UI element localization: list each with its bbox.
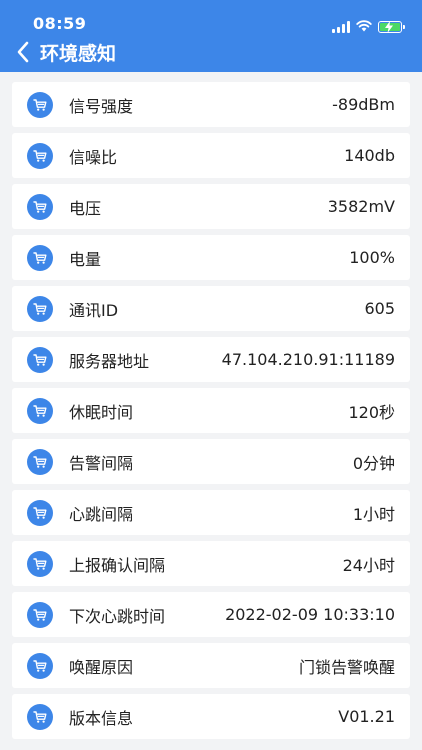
item-value: 140db: [344, 146, 395, 165]
cart-icon: [27, 703, 53, 730]
nav-row: 环境感知: [0, 36, 422, 68]
cart-icon: [27, 244, 53, 271]
cart-icon: [27, 448, 53, 475]
list-item: 电量 100%: [12, 235, 410, 280]
cellular-signal-icon: [332, 20, 350, 33]
cart-icon: [27, 346, 53, 373]
item-label: 信号强度: [69, 96, 134, 116]
item-label: 下次心跳时间: [69, 606, 166, 626]
cart-icon: [27, 652, 53, 679]
item-label: 电量: [69, 249, 102, 269]
item-value: 47.104.210.91:11189: [221, 350, 395, 369]
item-label: 告警间隔: [69, 453, 134, 473]
cart-icon: [27, 193, 53, 220]
list-item: 电压 3582mV: [12, 184, 410, 229]
item-label: 电压: [69, 198, 102, 218]
item-label: 休眠时间: [69, 402, 134, 422]
cart-icon: [27, 91, 53, 118]
item-value: 门锁告警唤醒: [298, 657, 395, 677]
item-label: 上报确认间隔: [69, 555, 166, 575]
info-list: 信号强度 -89dBm 信噪比 140db 电压 3582mV 电量 100% …: [12, 82, 410, 745]
status-time: 08:59: [33, 14, 87, 33]
cart-icon: [27, 397, 53, 424]
list-item: 服务器地址 47.104.210.91:11189: [12, 337, 410, 382]
item-value: 1小时: [352, 504, 395, 524]
cart-icon: [27, 142, 53, 169]
list-item: 唤醒原因 门锁告警唤醒: [12, 643, 410, 688]
cart-icon: [27, 550, 53, 577]
header-bar: 08:59 环境感知: [0, 0, 422, 72]
list-item: 信噪比 140db: [12, 133, 410, 178]
page-title: 环境感知: [40, 42, 117, 65]
item-label: 版本信息: [69, 708, 134, 728]
item-value: 605: [364, 299, 395, 318]
chevron-left-icon: [17, 41, 29, 63]
screen: 08:59 环境感知 信号强度 -89dBm 信噪比 140db 电压 3582…: [0, 0, 422, 750]
list-item: 心跳间隔 1小时: [12, 490, 410, 535]
battery-charging-icon: [378, 20, 405, 33]
list-item: 通讯ID 605: [12, 286, 410, 331]
item-label: 通讯ID: [69, 300, 119, 320]
list-item: 版本信息 V01.21: [12, 694, 410, 739]
cart-icon: [27, 295, 53, 322]
item-value: 2022-02-09 10:33:10: [225, 605, 395, 624]
wifi-icon: [356, 17, 372, 36]
item-label: 服务器地址: [69, 351, 150, 371]
item-value: 0分钟: [352, 453, 395, 473]
status-icons: [332, 17, 405, 36]
item-value: 100%: [349, 248, 395, 267]
item-value: 120秒: [348, 402, 395, 422]
cart-icon: [27, 499, 53, 526]
item-label: 心跳间隔: [69, 504, 134, 524]
item-value: 3582mV: [327, 197, 395, 216]
back-button[interactable]: [6, 36, 40, 68]
list-item: 告警间隔 0分钟: [12, 439, 410, 484]
list-item: 信号强度 -89dBm: [12, 82, 410, 127]
item-value: -89dBm: [332, 95, 395, 114]
list-item: 上报确认间隔 24小时: [12, 541, 410, 586]
item-label: 唤醒原因: [69, 657, 134, 677]
item-value: 24小时: [342, 555, 395, 575]
item-value: V01.21: [338, 707, 395, 726]
list-item: 休眠时间 120秒: [12, 388, 410, 433]
item-label: 信噪比: [69, 147, 118, 167]
cart-icon: [27, 601, 53, 628]
list-item: 下次心跳时间 2022-02-09 10:33:10: [12, 592, 410, 637]
